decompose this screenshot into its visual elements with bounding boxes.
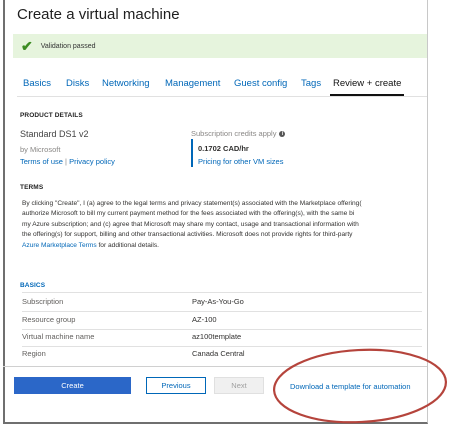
- tabs-divider: [17, 96, 427, 97]
- row-value: az100template: [192, 332, 242, 341]
- basics-row-region: Region Canada Central: [22, 349, 422, 364]
- product-publisher: by Microsoft: [20, 145, 61, 154]
- terms-line: authorize Microsoft to bill my current p…: [22, 210, 355, 218]
- terms-text: By clicking "Create", I (a) agree to the…: [22, 199, 427, 251]
- download-template-link[interactable]: Download a template for automation: [290, 382, 411, 391]
- row-key: Region: [22, 349, 46, 358]
- tab-tags[interactable]: Tags: [301, 78, 321, 89]
- price-value: 0.1702 CAD/hr: [198, 144, 249, 153]
- terms-line: the offering(s) for support, billing and…: [22, 231, 353, 239]
- credits-label-wrap: Subscription credits apply i: [191, 129, 286, 138]
- link-separator: |: [65, 157, 67, 166]
- basics-heading: BASICS: [20, 282, 46, 289]
- tab-guest-config[interactable]: Guest config: [234, 78, 287, 89]
- basics-divider: [22, 292, 422, 293]
- next-button[interactable]: Next: [214, 377, 264, 394]
- terms-heading: TERMS: [20, 184, 44, 191]
- create-vm-window: Create a virtual machine ✔ Validation pa…: [3, 0, 428, 424]
- product-details-heading: PRODUCT DETAILS: [20, 112, 83, 119]
- row-value: Canada Central: [192, 349, 245, 358]
- row-key: Virtual machine name: [22, 332, 95, 341]
- credits-label: Subscription credits apply: [191, 129, 277, 138]
- marketplace-terms-link[interactable]: Azure Marketplace Terms: [22, 242, 97, 249]
- row-divider: [22, 346, 422, 347]
- terms-of-use-link[interactable]: Terms of use: [20, 157, 63, 166]
- terms-line: By clicking "Create", I (a) agree to the…: [22, 200, 362, 207]
- product-links: Terms of use | Privacy policy: [20, 157, 115, 166]
- create-button[interactable]: Create: [14, 377, 131, 394]
- row-value: AZ-100: [192, 315, 217, 324]
- pricing-link[interactable]: Pricing for other VM sizes: [198, 157, 283, 166]
- validation-text: Validation passed: [40, 42, 96, 50]
- tab-basics[interactable]: Basics: [23, 78, 51, 89]
- price-accent-bar: [191, 139, 193, 167]
- validation-banner: ✔ Validation passed: [13, 34, 427, 58]
- tab-management[interactable]: Management: [165, 78, 220, 89]
- tab-networking[interactable]: Networking: [102, 78, 150, 89]
- basics-row-subscription: Subscription Pay-As-You-Go: [22, 297, 422, 312]
- tab-review-create[interactable]: Review + create: [333, 78, 401, 89]
- page-title: Create a virtual machine: [17, 6, 180, 23]
- row-value: Pay-As-You-Go: [192, 297, 244, 306]
- tab-disks[interactable]: Disks: [66, 78, 89, 89]
- privacy-policy-link[interactable]: Privacy policy: [69, 157, 115, 166]
- row-key: Subscription: [22, 297, 64, 306]
- row-divider: [22, 329, 422, 330]
- info-icon[interactable]: i: [279, 131, 286, 138]
- basics-row-vm-name: Virtual machine name az100template: [22, 332, 422, 347]
- row-divider: [22, 311, 422, 312]
- row-key: Resource group: [22, 315, 76, 324]
- previous-button[interactable]: Previous: [146, 377, 206, 394]
- terms-suffix: for additional details.: [96, 241, 159, 249]
- terms-line-final: Azure Marketplace Terms for additional d…: [22, 241, 427, 251]
- terms-line: my Azure subscription; and (c) agree tha…: [22, 220, 359, 228]
- checkmark-icon: ✔: [21, 38, 33, 54]
- product-name: Standard DS1 v2: [20, 129, 89, 139]
- footer-divider: [3, 366, 427, 367]
- basics-row-resource-group: Resource group AZ-100: [22, 315, 422, 330]
